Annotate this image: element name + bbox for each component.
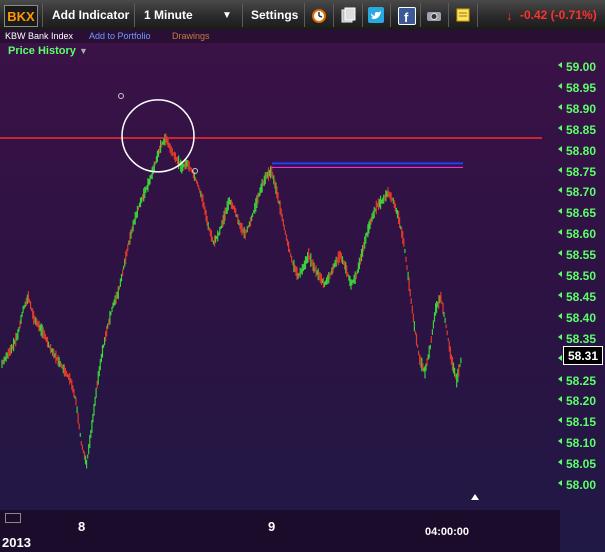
y-axis-tick-label: 58.80 [566,143,597,158]
tick-arrow-icon [558,271,562,277]
scroll-marker-icon [471,494,479,500]
tick-arrow-icon [558,291,562,298]
price-chart[interactable] [0,0,560,510]
time-label: 04:00:00 [425,526,470,538]
y-axis-tick-label: 58.20 [566,394,597,409]
year-label: 2013 [2,535,31,550]
tick-arrow-icon [558,396,562,403]
y-axis-tick-label: 58.95 [566,80,597,95]
y-axis-tick-label: 58.05 [566,457,597,472]
tick-arrow-icon [558,417,562,424]
y-axis-tick-label: 58.70 [566,185,597,200]
time-axis: 8 9 04:00:00 2013 [0,510,560,552]
y-axis-tick-label: 58.10 [566,436,597,451]
tick-arrow-icon [558,354,562,361]
tick-arrow-icon [558,103,562,110]
y-axis-tick-label: 58.90 [566,101,597,116]
chart-application: BKX Add Indicator 1 Minute ▼ Settings f [0,0,605,552]
y-axis-tick-label: 58.00 [566,478,597,492]
current-price-tag: 58.31 [563,346,603,365]
y-axis-tick-label: 58.40 [566,310,597,325]
tick-arrow-icon [558,145,562,152]
day-label: 9 [268,519,276,534]
y-axis-tick-label: 58.85 [566,122,597,137]
tick-arrow-icon [558,208,562,215]
tick-arrow-icon [558,82,562,89]
drawing-handle [118,93,124,99]
y-axis-tick-label: 58.60 [566,227,597,242]
tick-arrow-icon [558,166,562,173]
circle-annotation [121,99,195,173]
tick-arrow-icon [558,124,562,131]
y-axis-tick-label: 58.45 [566,289,597,304]
y-axis-tick-label: 59.00 [566,60,597,74]
day-label: 8 [78,519,86,534]
tick-arrow-icon [558,229,562,236]
y-axis-tick-label: 58.75 [566,164,597,179]
y-axis-tick-label: 58.15 [566,415,597,430]
tick-arrow-icon [558,480,562,486]
y-axis-tick-label: 58.25 [566,373,597,388]
tick-arrow-icon [558,438,562,445]
tick-arrow-icon [558,62,562,68]
tick-arrow-icon [558,459,562,466]
y-axis-tick-label: 58.65 [566,206,597,221]
scroll-handle[interactable] [5,513,21,523]
y-axis-tick-label: 58.50 [566,269,597,283]
tick-arrow-icon [558,250,562,257]
tick-arrow-icon [558,312,562,319]
y-axis-tick-label: 58.55 [566,248,597,263]
y-axis-tick-label: 58.35 [566,331,597,346]
tick-arrow-icon [558,375,562,382]
tick-arrow-icon [558,333,562,340]
tick-arrow-icon [558,187,562,194]
